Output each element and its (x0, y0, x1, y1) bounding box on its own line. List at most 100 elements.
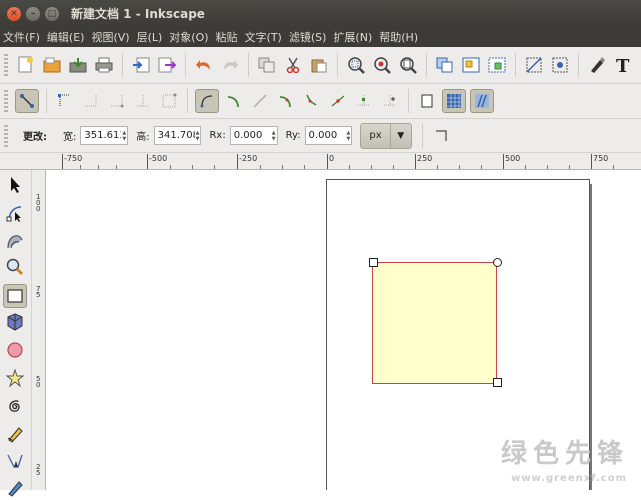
duplicate-icon[interactable] (256, 54, 278, 76)
zoom-tool-icon[interactable] (3, 255, 27, 279)
menu-view[interactable]: 视图(V) (88, 29, 133, 45)
3d-box-tool-icon[interactable] (3, 310, 27, 334)
zoom-selection-icon[interactable] (345, 54, 367, 76)
height-input[interactable] (157, 130, 195, 141)
width-stepper-icon[interactable]: ▲ ▼ (122, 130, 126, 142)
rx-input[interactable] (233, 130, 271, 141)
menu-file[interactable]: 文件(F) (0, 29, 44, 45)
snap-guide-lines-icon[interactable] (470, 89, 494, 113)
menu-filters[interactable]: 滤镜(S) (286, 29, 331, 45)
ruler-tick (569, 165, 570, 169)
ry-spinbox[interactable]: ▲▼ (304, 126, 353, 145)
width-input[interactable] (84, 130, 122, 141)
snap-intersection-icon[interactable] (249, 90, 271, 112)
ruler-label: 5 0 (36, 375, 41, 389)
menu-layer[interactable]: 层(L) (134, 29, 167, 45)
snap-grid-icon[interactable] (442, 89, 466, 113)
menu-object[interactable]: 对象(O) (166, 29, 212, 45)
close-window-icon[interactable]: ✕ (7, 6, 21, 21)
clone-icon[interactable] (549, 54, 571, 76)
snap-midpoint-small-icon[interactable] (301, 90, 323, 112)
ry-input[interactable] (308, 130, 346, 141)
toolbar-grip[interactable] (4, 90, 8, 112)
print-icon[interactable] (93, 54, 115, 76)
import-icon[interactable] (130, 54, 152, 76)
toolbar-separator (185, 53, 186, 77)
snap-cusp-icon[interactable] (195, 89, 219, 113)
drawing-canvas[interactable]: 绿色先锋 www.greenxf.com (46, 170, 641, 490)
calligraphy-tool-icon[interactable] (3, 476, 27, 500)
selector-tool-icon[interactable] (3, 173, 27, 197)
node-edit-icon[interactable] (523, 54, 545, 76)
maximize-window-icon[interactable]: □ (45, 6, 59, 21)
pencil-tool-icon[interactable] (3, 422, 27, 446)
snap-toggle-icon[interactable] (15, 89, 39, 113)
snap-smooth-icon[interactable] (158, 90, 180, 112)
snap-bbox-center-icon[interactable] (379, 90, 401, 112)
save-icon[interactable] (67, 54, 89, 76)
rect-size-handle[interactable] (493, 378, 502, 387)
new-document-icon[interactable] (15, 54, 37, 76)
snap-line-icon[interactable] (223, 90, 245, 112)
height-stepper-icon[interactable]: ▲ ▼ (196, 130, 200, 142)
menu-extensions[interactable]: 扩展(N) (330, 29, 376, 45)
ungroup-icon[interactable] (486, 54, 508, 76)
pen-tool-icon[interactable] (3, 450, 27, 474)
snap-node-icon[interactable] (54, 90, 76, 112)
rect-corner-radius-handle[interactable] (493, 258, 502, 267)
rect-size-handle[interactable] (369, 258, 378, 267)
undo-icon[interactable] (193, 54, 215, 76)
menu-edit[interactable]: 编辑(E) (44, 29, 89, 45)
width-spinbox[interactable]: ▲▼ (80, 126, 129, 145)
open-icon[interactable] (41, 54, 63, 76)
ruler-tick (260, 165, 261, 169)
unit-select[interactable]: px ▼ (360, 122, 412, 149)
menu-bar: 文件(F) 编辑(E) 视图(V) 层(L) 对象(O) 粘贴 文字(T) 滤镜… (0, 27, 641, 47)
tool-controls-bar: 更改: 宽: ▲▼ 高: ▲▼ Rx: ▲▼ Ry: ▲▼ px ▼ (0, 119, 641, 153)
copy-icon[interactable] (434, 54, 456, 76)
toolbar-grip[interactable] (4, 54, 8, 76)
snap-object-center-icon[interactable] (327, 90, 349, 112)
zoom-page-icon[interactable] (397, 54, 419, 76)
minimize-window-icon[interactable]: – (26, 6, 40, 21)
toolbar-grip[interactable] (4, 124, 8, 147)
rx-spinbox[interactable]: ▲▼ (229, 126, 278, 145)
snap-center-icon[interactable] (132, 90, 154, 112)
cut-icon[interactable] (282, 54, 304, 76)
node-tool-icon[interactable] (3, 201, 27, 225)
snap-page-icon[interactable] (416, 90, 438, 112)
ruler-tick (415, 154, 416, 169)
zoom-drawing-icon[interactable] (371, 54, 393, 76)
menu-text[interactable]: 文字(T) (242, 29, 286, 45)
rx-label: Rx: (209, 130, 226, 141)
redo-icon[interactable] (219, 54, 241, 76)
pen-icon[interactable] (586, 54, 608, 76)
reset-corners-icon[interactable] (430, 125, 452, 147)
rectangle-object[interactable] (372, 262, 497, 384)
ry-stepper-icon[interactable]: ▲ ▼ (347, 130, 351, 142)
spiral-tool-icon[interactable] (3, 394, 27, 418)
horizontal-ruler[interactable]: -750 -500 -250 0 250 500 750 (46, 153, 641, 170)
ellipse-tool-icon[interactable] (3, 338, 27, 362)
chevron-down-icon[interactable]: ▼ (391, 131, 411, 141)
menu-paste[interactable]: 粘贴 (213, 29, 242, 45)
rx-stepper-icon[interactable]: ▲ ▼ (272, 130, 276, 142)
ruler-tick (214, 165, 215, 169)
paste-icon[interactable] (308, 54, 330, 76)
snap-rotation-icon[interactable] (353, 90, 375, 112)
snap-midpoint-icon[interactable] (106, 90, 128, 112)
group-icon[interactable] (460, 54, 482, 76)
height-spinbox[interactable]: ▲▼ (153, 126, 202, 145)
tweak-tool-icon[interactable] (3, 228, 27, 252)
rectangle-tool-icon[interactable] (3, 284, 27, 308)
export-icon[interactable] (156, 54, 178, 76)
menu-help[interactable]: 帮助(H) (376, 29, 422, 45)
ruler-label: -500 (149, 154, 168, 163)
snap-guide-icon[interactable] (275, 90, 297, 112)
toolbar-separator (515, 53, 516, 77)
star-tool-icon[interactable] (3, 366, 27, 390)
text-icon[interactable]: T (612, 54, 634, 76)
height-label: 高: (136, 132, 150, 143)
snap-path-icon[interactable] (80, 90, 102, 112)
vertical-ruler[interactable]: 1 0 0 7 5 5 0 2 5 (32, 170, 46, 490)
